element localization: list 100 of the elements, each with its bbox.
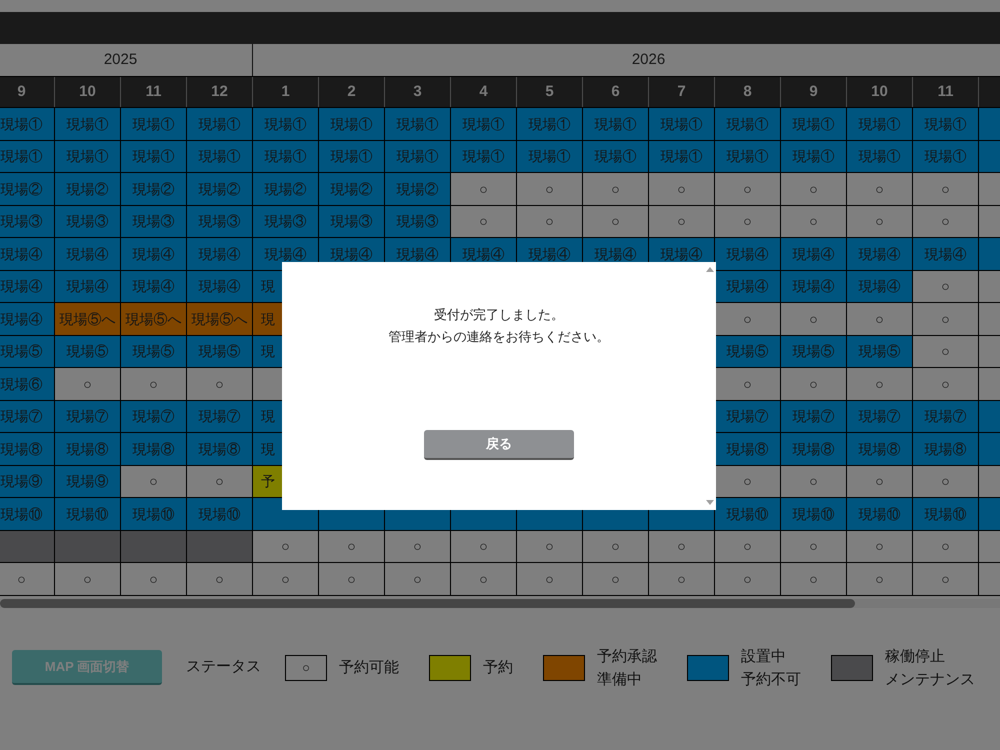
table-cell: 現場⑩ (187, 498, 253, 530)
table-cell: 現場⑨ (55, 466, 121, 498)
table-cell: ○ (913, 173, 979, 206)
table-cell: 現場① (781, 108, 847, 140)
table-cell: 現場② (319, 173, 385, 206)
table-cell: 現場④ (121, 270, 187, 303)
month-label: 9 (17, 82, 26, 102)
table-cell: ○ (451, 206, 517, 238)
table-cell: ○ (583, 530, 649, 563)
table-cell: ○ (715, 563, 781, 596)
month-label: 11 (938, 82, 954, 102)
table-cell: ○ (649, 563, 715, 596)
table-cell: 現場① (913, 140, 979, 173)
table-cell: ○ (847, 563, 913, 596)
table-cell: 現場② (385, 173, 451, 206)
table-cell: ○ (187, 466, 253, 498)
table-cell: ○ (781, 563, 847, 596)
year-label: 2026 (632, 50, 666, 70)
table-cell: 現場① (781, 140, 847, 173)
table-cell: ○ (715, 173, 781, 206)
table-cell: ○ (517, 173, 583, 206)
month-label: 11 (146, 82, 162, 102)
table-cell: 現場⑤へ (187, 303, 253, 336)
back-button[interactable]: 戻る (424, 430, 574, 460)
table-cell: 現場① (253, 108, 319, 140)
table-cell: 現場⑤ (121, 336, 187, 368)
table-cell: 現場① (55, 108, 121, 140)
table-cell: 現場⑤ (55, 336, 121, 368)
table-cell: 現場⑩ (55, 498, 121, 530)
table-cell: 現場① (55, 140, 121, 173)
table-cell: 現場① (187, 108, 253, 140)
legend-label: 設置中 (741, 646, 787, 666)
table-cell: ○ (913, 336, 979, 368)
table-cell: ○ (913, 206, 979, 238)
table-cell: ○ (847, 466, 913, 498)
table-cell: ○ (715, 466, 781, 498)
table-cell: 現場⑦ (847, 400, 913, 433)
table-cell: 現場① (253, 140, 319, 173)
table-cell: ○ (55, 368, 121, 400)
table-cell: 現場⑧ (715, 433, 781, 466)
table-cell: ○ (715, 530, 781, 563)
table-cell: 現場④ (55, 238, 121, 270)
legend-label: 予約可能 (339, 658, 399, 678)
table-cell: 現場⑤へ (55, 303, 121, 336)
dialog-message: 受付が完了しました。 (434, 306, 564, 324)
table-cell: 現場③ (385, 206, 451, 238)
table-cell: 現場⑧ (847, 433, 913, 466)
table-cell: ○ (781, 303, 847, 336)
table-cell: 現場① (847, 140, 913, 173)
table-cell: ○ (583, 563, 649, 596)
table-cell: 現場⑤ (781, 336, 847, 368)
month-label: 10 (79, 82, 96, 102)
month-label: 2 (347, 82, 356, 102)
table-cell: 現場① (0, 108, 55, 140)
legend-swatch: ○ (285, 654, 327, 680)
month-label: 3 (413, 82, 422, 102)
year-label: 2025 (104, 50, 138, 70)
table-cell: 現場⑦ (55, 400, 121, 433)
table-cell: 現場⑤ (715, 336, 781, 368)
table-cell: 現場① (187, 140, 253, 173)
table-cell: 現場① (715, 108, 781, 140)
table-cell: 現場① (451, 108, 517, 140)
table-cell: ○ (715, 303, 781, 336)
scroll-up-icon[interactable] (706, 267, 714, 272)
table-cell: 現場④ (847, 238, 913, 270)
table-cell: ○ (385, 530, 451, 563)
table-cell: 現場④ (0, 238, 55, 270)
table-cell: 現場① (649, 108, 715, 140)
table-cell: 現場⑧ (913, 433, 979, 466)
table-cell: 現場⑧ (187, 433, 253, 466)
table-cell: 現場⑩ (715, 498, 781, 530)
table-cell: ○ (583, 206, 649, 238)
legend-title: ステータス (186, 657, 261, 678)
table-cell: ○ (121, 368, 187, 400)
month-label: 9 (809, 82, 818, 102)
table-cell: 現場⑦ (0, 400, 55, 433)
legend-label: 予約 (483, 658, 513, 678)
table-cell: ○ (913, 563, 979, 596)
table-cell: 現場① (385, 108, 451, 140)
scroll-down-icon[interactable] (706, 500, 714, 505)
table-cell: 現場⑦ (781, 400, 847, 433)
table-cell: 現場⑨ (0, 466, 55, 498)
table-cell: ○ (451, 563, 517, 596)
table-cell: ○ (385, 563, 451, 596)
table-cell: ○ (253, 563, 319, 596)
table-cell: 現場④ (187, 270, 253, 303)
table-cell: 現場③ (253, 206, 319, 238)
table-cell: 現場④ (187, 238, 253, 270)
table-cell: ○ (319, 563, 385, 596)
table-cell: ○ (781, 368, 847, 400)
table-cell: 現場③ (55, 206, 121, 238)
table-cell: 現場⑩ (847, 498, 913, 530)
table-cell: 現場⑤へ (121, 303, 187, 336)
table-cell: 現場⑩ (0, 498, 55, 530)
table-cell: 現場① (847, 108, 913, 140)
table-cell: 現場② (55, 173, 121, 206)
table-cell: 現場① (121, 140, 187, 173)
month-label: 6 (611, 82, 620, 102)
table-cell: 現場⑩ (913, 498, 979, 530)
table-cell: 現場③ (187, 206, 253, 238)
